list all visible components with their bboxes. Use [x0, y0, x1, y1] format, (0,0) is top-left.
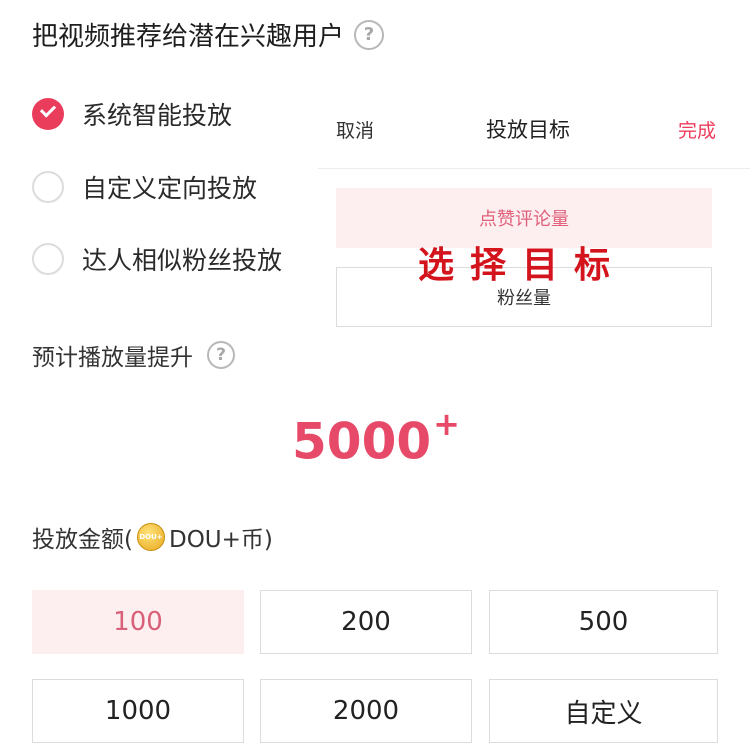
radio-unchecked-icon[interactable] [32, 171, 64, 203]
amount-option-custom[interactable]: 自定义 [489, 679, 718, 743]
annotation-text: 选择目标 [418, 244, 627, 286]
section-title-text: 把视频推荐给潜在兴趣用户 [32, 22, 345, 52]
question-circle-icon[interactable]: ? [207, 341, 235, 369]
section-title: 把视频推荐给潜在兴趣用户 ? [32, 16, 385, 53]
goal-picker-sheet: 取消 投放目标 完成 点赞评论量 粉丝量 [318, 88, 750, 338]
amount-option-500[interactable]: 500 [489, 590, 718, 654]
estimate-label: 预计播放量提升 [32, 345, 193, 371]
estimate-label-row: 预计播放量提升 ? [32, 338, 235, 372]
done-button[interactable]: 完成 [678, 116, 716, 143]
amount-label-row: 投放金额( DOU+ DOU+币) [32, 520, 273, 554]
amount-option-100[interactable]: 100 [32, 590, 244, 654]
amount-option-2000[interactable]: 2000 [260, 679, 472, 743]
radio-option-smart[interactable]: 系统智能投放 [32, 96, 232, 132]
amount-option-200[interactable]: 200 [260, 590, 472, 654]
amount-label-suffix: DOU+币) [168, 527, 273, 553]
radio-checked-icon[interactable] [32, 98, 64, 130]
amount-option-1000[interactable]: 1000 [32, 679, 244, 743]
radio-option-label: 自定义定向投放 [82, 174, 258, 203]
estimate-suffix: + [433, 405, 460, 443]
radio-option-label: 达人相似粉丝投放 [82, 246, 283, 275]
estimate-number: 5000 [292, 412, 432, 471]
question-circle-icon[interactable]: ? [354, 19, 385, 50]
radio-option-custom[interactable]: 自定义定向投放 [32, 169, 257, 205]
cancel-button[interactable]: 取消 [336, 116, 374, 143]
goal-picker-header: 取消 投放目标 完成 [318, 88, 750, 169]
goal-picker-title: 投放目标 [486, 118, 570, 142]
coin-text: DOU+ [139, 533, 163, 541]
amount-label-prefix: 投放金额( [32, 527, 133, 553]
radio-option-lookalike[interactable]: 达人相似粉丝投放 [32, 241, 282, 277]
radio-option-label: 系统智能投放 [82, 101, 233, 130]
dou-coin-icon: DOU+ [136, 523, 165, 551]
estimate-value: 5000+ [292, 400, 460, 472]
radio-unchecked-icon[interactable] [32, 243, 64, 275]
